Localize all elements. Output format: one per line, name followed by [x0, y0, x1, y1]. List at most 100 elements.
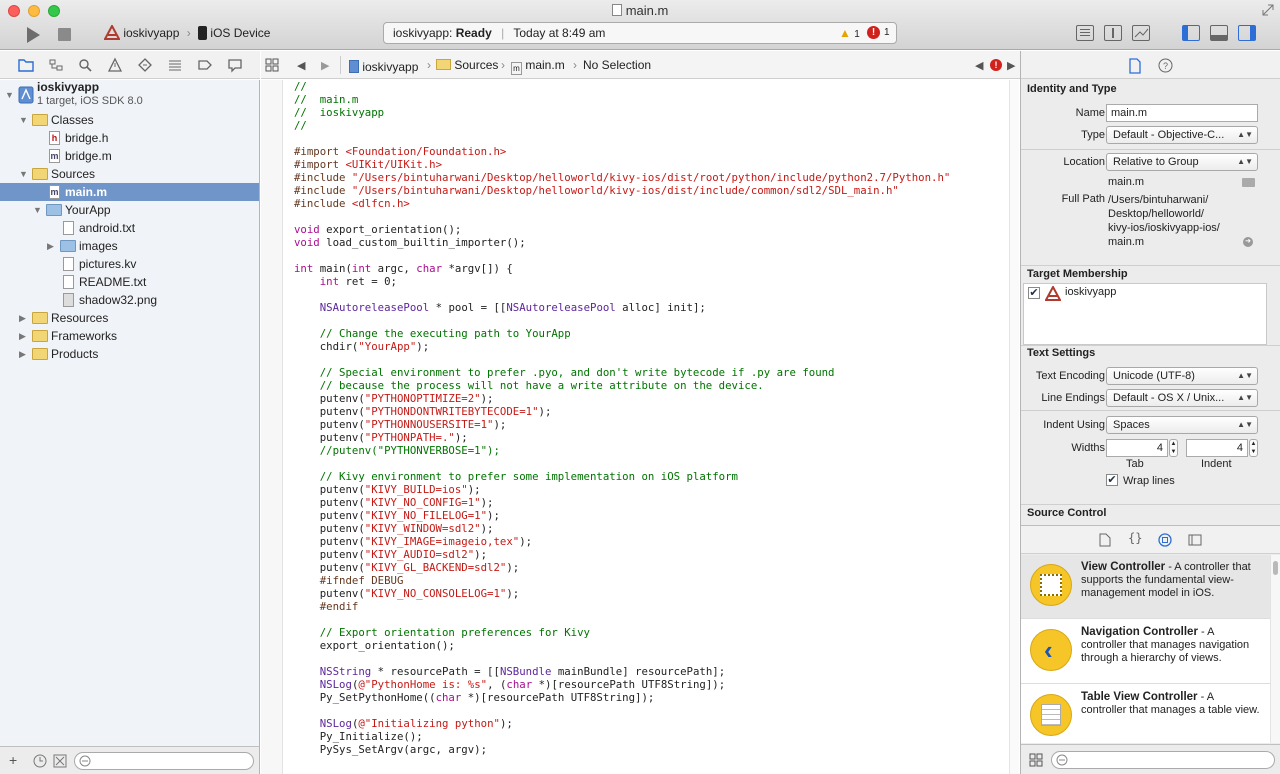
- navigator-toggle-icon[interactable]: [1182, 25, 1200, 41]
- code-line[interactable]: putenv("PYTHONDONTWRITEBYTECODE=1");: [294, 405, 1006, 418]
- nav-row-classes[interactable]: ▼ Classes: [0, 111, 259, 129]
- location-popup[interactable]: Relative to Group ▲▼: [1106, 153, 1258, 171]
- run-button[interactable]: [24, 26, 42, 44]
- next-issue-button[interactable]: ▶: [1007, 59, 1015, 72]
- code-line[interactable]: putenv("KIVY_WINDOW=sdl2");: [294, 522, 1006, 535]
- test-navigator-icon[interactable]: [137, 57, 153, 73]
- code-line[interactable]: [294, 314, 1006, 327]
- assistant-editor-icon[interactable]: [1104, 25, 1122, 41]
- tab-width-stepper[interactable]: ▲ ▼: [1169, 439, 1178, 457]
- breakpoint-navigator-icon[interactable]: [197, 57, 213, 73]
- add-icon[interactable]: +: [9, 752, 17, 768]
- code-line[interactable]: [294, 457, 1006, 470]
- wrap-lines-checkbox[interactable]: ✔: [1106, 474, 1118, 486]
- code-line[interactable]: //: [294, 80, 1006, 93]
- code-line[interactable]: NSLog(@"Initializing python");: [294, 717, 1006, 730]
- standard-editor-icon[interactable]: [1076, 25, 1094, 41]
- back-button[interactable]: ◀: [297, 59, 305, 72]
- grid-view-icon[interactable]: [1029, 753, 1043, 767]
- nav-row-bridge-h[interactable]: h bridge.h: [0, 129, 259, 147]
- error-count[interactable]: 1: [884, 23, 890, 43]
- scheme-selector[interactable]: ioskivyapp › iOS Device: [103, 23, 270, 43]
- unsaved-filter-icon[interactable]: [53, 754, 67, 768]
- code-line[interactable]: [294, 288, 1006, 301]
- code-line[interactable]: putenv("PYTHONPATH=.");: [294, 431, 1006, 444]
- code-line[interactable]: #endif: [294, 600, 1006, 613]
- code-line[interactable]: Py_Initialize();: [294, 730, 1006, 743]
- line-endings-popup[interactable]: Default - OS X / Unix... ▲▼: [1106, 389, 1258, 407]
- code-snippet-library-icon[interactable]: {}: [1128, 531, 1142, 545]
- jump-project[interactable]: ioskivyapp: [349, 58, 418, 74]
- nav-row-bridge-m[interactable]: m bridge.m: [0, 147, 259, 165]
- code-line[interactable]: [294, 353, 1006, 366]
- code-line[interactable]: putenv("KIVY_NO_CONSOLELOG=1");: [294, 587, 1006, 600]
- code-line[interactable]: putenv("KIVY_NO_FILELOG=1");: [294, 509, 1006, 522]
- code-line[interactable]: putenv("KIVY_BUILD=ios");: [294, 483, 1006, 496]
- target-checkbox[interactable]: ✔: [1028, 287, 1040, 299]
- code-line[interactable]: [294, 249, 1006, 262]
- nav-row-products[interactable]: ▶ Products: [0, 345, 259, 363]
- code-line[interactable]: void load_custom_builtin_importer();: [294, 236, 1006, 249]
- project-navigator-icon[interactable]: [18, 57, 34, 73]
- jump-group[interactable]: Sources: [436, 58, 498, 72]
- nav-row-yourapp[interactable]: ▼ YourApp: [0, 201, 259, 219]
- code-line[interactable]: //: [294, 119, 1006, 132]
- code-line[interactable]: [294, 210, 1006, 223]
- nav-row-images[interactable]: ▶ images: [0, 237, 259, 255]
- code-line[interactable]: NSLog(@"PythonHome is: %s", (char *)[res…: [294, 678, 1006, 691]
- file-type-popup[interactable]: Default - Objective-C... ▲▼: [1106, 126, 1258, 144]
- nav-row-readme-txt[interactable]: README.txt: [0, 273, 259, 291]
- utilities-toggle-icon[interactable]: [1238, 25, 1256, 41]
- navigator-filter-input[interactable]: [74, 752, 254, 770]
- code-line[interactable]: void export_orientation();: [294, 223, 1006, 236]
- code-line[interactable]: // Special environment to prefer .pyo, a…: [294, 366, 1006, 379]
- code-line[interactable]: int ret = 0;: [294, 275, 1006, 288]
- fullscreen-icon[interactable]: [1262, 4, 1274, 16]
- code-line[interactable]: putenv("PYTHONNOUSERSITE=1");: [294, 418, 1006, 431]
- code-line[interactable]: #include "/Users/bintuharwani/Desktop/he…: [294, 184, 1006, 197]
- debug-area-toggle-icon[interactable]: [1210, 25, 1228, 41]
- editor-scrollbar[interactable]: [1009, 80, 1019, 774]
- folder-browse-icon[interactable]: [1242, 178, 1255, 187]
- jump-selection[interactable]: No Selection: [583, 58, 651, 72]
- code-line[interactable]: putenv("KIVY_NO_CONFIG=1");: [294, 496, 1006, 509]
- version-editor-icon[interactable]: [1132, 25, 1150, 41]
- media-library-icon[interactable]: [1188, 533, 1202, 547]
- nav-row-resources[interactable]: ▶ Resources: [0, 309, 259, 327]
- file-inspector-icon[interactable]: [1128, 58, 1142, 74]
- indent-width-field[interactable]: 4: [1186, 439, 1248, 457]
- code-line[interactable]: [294, 613, 1006, 626]
- project-root-row[interactable]: ▼ ioskivyapp 1 target, iOS SDK 8.0: [0, 80, 259, 110]
- code-line[interactable]: NSString * resourcePath = [[NSBundle mai…: [294, 665, 1006, 678]
- nav-row-android-txt[interactable]: android.txt: [0, 219, 259, 237]
- code-line[interactable]: [294, 132, 1006, 145]
- code-line[interactable]: // because the process will not have a w…: [294, 379, 1006, 392]
- code-line[interactable]: NSAutoreleasePool * pool = [[NSAutorelea…: [294, 301, 1006, 314]
- code-line[interactable]: [294, 704, 1006, 717]
- code-line[interactable]: // main.m: [294, 93, 1006, 106]
- code-line[interactable]: #ifndef DEBUG: [294, 574, 1006, 587]
- nav-row-shadow32-png[interactable]: shadow32.png: [0, 291, 259, 309]
- forward-button[interactable]: ▶: [321, 59, 329, 72]
- quick-help-icon[interactable]: ?: [1158, 58, 1173, 73]
- warning-indicator[interactable]: ▲ 1: [839, 23, 860, 45]
- code-line[interactable]: export_orientation();: [294, 639, 1006, 652]
- code-line[interactable]: putenv("KIVY_GL_BACKEND=sdl2");: [294, 561, 1006, 574]
- library-scrollbar[interactable]: [1270, 555, 1280, 743]
- code-line[interactable]: #include "/Users/bintuharwani/Desktop/he…: [294, 171, 1006, 184]
- code-line[interactable]: [294, 652, 1006, 665]
- issue-navigator-icon[interactable]: [107, 57, 123, 73]
- code-line[interactable]: // Export orientation preferences for Ki…: [294, 626, 1006, 639]
- code-line[interactable]: chdir("YourApp");: [294, 340, 1006, 353]
- code-line[interactable]: int main(int argc, char *argv[]) {: [294, 262, 1006, 275]
- library-item-navigation-controller[interactable]: ‹ Navigation Controller - A controller t…: [1021, 620, 1271, 684]
- debug-navigator-icon[interactable]: [167, 57, 183, 73]
- nav-row-sources[interactable]: ▼ Sources: [0, 165, 259, 183]
- file-name-field[interactable]: main.m: [1106, 104, 1258, 122]
- code-line[interactable]: // Kivy environment to prefer some imple…: [294, 470, 1006, 483]
- error-icon[interactable]: !: [990, 59, 1002, 71]
- file-template-library-icon[interactable]: [1099, 533, 1111, 547]
- text-encoding-popup[interactable]: Unicode (UTF-8) ▲▼: [1106, 367, 1258, 385]
- recent-files-icon[interactable]: [33, 754, 47, 768]
- find-navigator-icon[interactable]: [77, 57, 93, 73]
